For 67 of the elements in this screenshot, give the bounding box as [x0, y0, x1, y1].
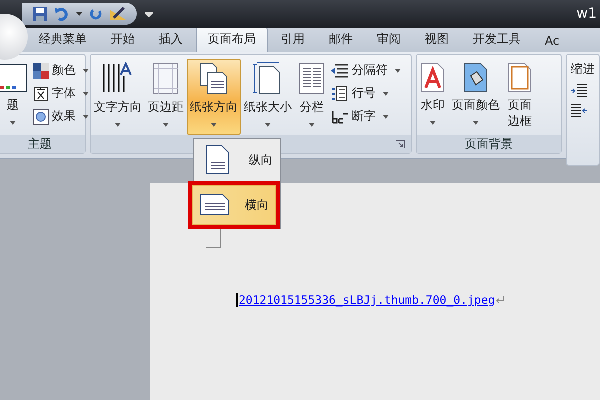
hyphenation-icon — [331, 108, 349, 124]
caret-icon — [163, 123, 169, 127]
page-size-icon — [253, 62, 283, 96]
menu-item[interactable]: 横向 — [192, 185, 276, 225]
caret-icon — [309, 123, 315, 127]
page-setup-button[interactable]: 分栏 — [295, 59, 329, 135]
ribbon-tab[interactable]: 页面布局 — [196, 27, 268, 52]
caret-icon[interactable] — [76, 12, 83, 16]
caret-icon — [383, 92, 389, 96]
caret-icon — [383, 114, 389, 118]
page-setup-button[interactable]: 页边距 — [145, 59, 187, 135]
paragraph-mark-icon — [496, 296, 506, 304]
customize-caret-icon[interactable] — [145, 11, 153, 17]
ribbon-tab[interactable]: 邮件 — [318, 28, 364, 52]
caret-icon — [211, 123, 217, 127]
themes-icon — [0, 62, 28, 94]
ribbon-tab[interactable]: 经典菜单 — [28, 28, 98, 52]
portrait-page-icon — [206, 145, 230, 175]
color-swatch-icon — [33, 62, 49, 78]
page-setup-button[interactable]: 文字方向 — [91, 59, 145, 135]
columns-icon — [298, 62, 326, 96]
effects-icon — [33, 108, 49, 124]
ribbon-tab[interactable]: 开发工具 — [462, 28, 532, 52]
page-background-button[interactable]: 页面边框 — [503, 59, 537, 135]
save-icon[interactable] — [32, 6, 48, 22]
dialog-launcher-icon[interactable] — [396, 140, 405, 148]
caret-icon — [395, 68, 401, 72]
indent-left-icon[interactable] — [571, 84, 587, 98]
margins-icon — [152, 62, 180, 96]
menu-item[interactable]: 纵向 — [194, 138, 281, 182]
page-setup-option-button[interactable]: 分隔符 — [329, 61, 403, 80]
caret-icon — [10, 121, 16, 125]
page-setup-option-button[interactable]: 断字 — [329, 107, 403, 126]
page-background-button[interactable]: 页面颜色 — [449, 59, 503, 135]
pages-icon — [199, 62, 229, 96]
landscape-page-icon — [200, 194, 230, 216]
font-icon-drawing — [34, 86, 48, 100]
undo-icon[interactable] — [54, 6, 70, 22]
ribbon-tab[interactable]: Ac — [534, 31, 571, 52]
ribbon-tab[interactable]: 引用 — [270, 28, 316, 52]
page-setup-button[interactable]: 纸张方向 — [187, 59, 241, 135]
paint-bucket-icon — [463, 62, 489, 94]
group-label: 主题 — [0, 135, 85, 153]
caret-icon — [473, 121, 479, 125]
pencil-ruler-icon[interactable] — [109, 6, 127, 22]
breaks-icon — [331, 62, 349, 78]
indent-label: 缩进 — [571, 61, 595, 78]
ribbon-tab[interactable]: 插入 — [148, 28, 194, 52]
ribbon-tab[interactable]: 审阅 — [366, 28, 412, 52]
ribbon-tab[interactable]: 视图 — [414, 28, 460, 52]
redo-icon[interactable] — [89, 7, 103, 21]
page-border-icon — [507, 62, 533, 94]
caret-icon — [115, 123, 121, 127]
caret-icon — [265, 123, 271, 127]
watermark-icon — [420, 62, 446, 94]
ribbon-tab[interactable]: 开始 — [100, 28, 146, 52]
indent-right-icon[interactable] — [571, 104, 587, 118]
text-cursor — [236, 293, 238, 307]
line-numbers-icon — [331, 86, 349, 102]
page-setup-option-button[interactable]: 行号 — [329, 84, 403, 103]
file-link[interactable]: 20121015155336_sLBJj.thumb.700_0.jpeg — [239, 293, 496, 307]
themes-button[interactable]: 题 — [0, 59, 31, 135]
page-background-button[interactable]: 水印 — [417, 59, 449, 135]
caret-icon — [430, 121, 436, 125]
group-label: 页面背景 — [417, 135, 561, 153]
page-setup-button[interactable]: 纸张大小 — [241, 59, 295, 135]
window-title: w1 — [576, 6, 598, 22]
